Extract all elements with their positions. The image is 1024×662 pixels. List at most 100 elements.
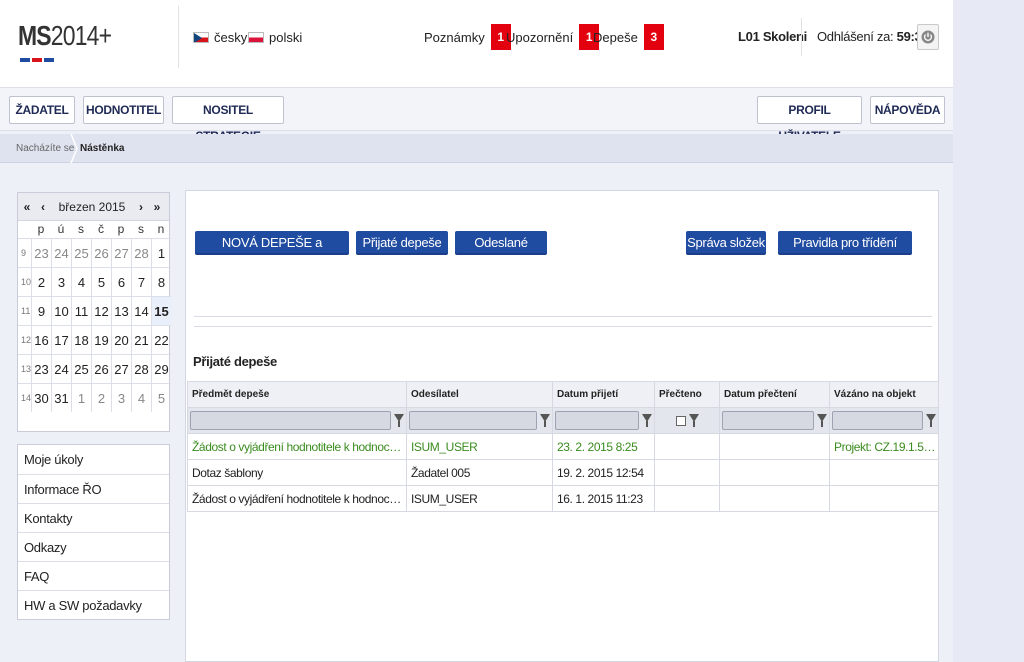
calendar-day[interactable]: 25 [71,238,91,267]
col-read-header[interactable]: Přečteno [654,381,720,408]
col-linked-object-header[interactable]: Vázáno na objekt [829,381,939,408]
messages-panel: NOVÁ DEPEŠE a Koncepty Přijaté depeše Od… [185,190,939,662]
calendar-day[interactable]: 1 [71,383,91,412]
filter-linked-object [829,407,939,434]
col-sender-header[interactable]: Odesílatel [406,381,553,408]
calendar-dow: s [138,222,144,236]
calendar-day[interactable]: 21 [131,325,151,354]
filter-subject-input[interactable] [190,411,391,430]
received-messages-button[interactable]: Přijaté depeše [356,231,448,255]
calendar-day[interactable]: 14 [131,296,151,325]
side-menu-item[interactable]: Informace ŘO [18,474,169,503]
next-month-button[interactable]: › [134,200,148,214]
col-read-date-header[interactable]: Datum přečtení [719,381,830,408]
table-row[interactable]: Žádost o vyjádření hodnotitele k hodnoce… [187,485,939,512]
calendar-day[interactable]: 5 [91,267,111,296]
calendar-day[interactable]: 4 [71,267,91,296]
manage-folders-button[interactable]: Správa složek [686,231,766,255]
table-row[interactable]: Žádost o vyjádření hodnotitele k hodnoce… [187,433,939,460]
filter-funnel-icon[interactable] [689,414,699,427]
prev-year-button[interactable]: « [18,200,36,214]
filter-funnel-icon[interactable] [540,414,550,427]
logout-button[interactable] [917,24,939,50]
calendar-day[interactable]: 25 [71,354,91,383]
cell-linked-object: Projekt: CZ.19.1.5.0.15_... [829,433,939,460]
prev-month-button[interactable]: ‹ [36,200,50,214]
side-menu-item[interactable]: HW a SW požadavky [18,590,169,619]
nav-help-button[interactable]: NÁPOVĚDA [870,96,945,124]
calendar-day[interactable]: 12 [91,296,111,325]
nav-strategy-button[interactable]: NOSITEL STRATEGIE [172,96,284,143]
filter-funnel-icon[interactable] [926,414,936,427]
table-row[interactable]: Dotaz šablony Žadatel 005 19. 2. 2015 12:5… [187,459,939,486]
side-menu-item[interactable]: FAQ [18,561,169,590]
calendar-day[interactable]: 20 [111,325,131,354]
calendar-day[interactable]: 3 [51,267,71,296]
calendar-day[interactable]: 2 [91,383,111,412]
calendar-day[interactable]: 27 [111,238,131,267]
calendar-day[interactable]: 28 [131,238,151,267]
calendar-day[interactable]: 23 [31,238,51,267]
lang-polish[interactable]: polski [248,30,302,45]
calendar-day[interactable]: 9 [31,296,51,325]
new-message-button[interactable]: NOVÁ DEPEŠE a Koncepty [195,231,349,274]
calendar-day[interactable]: 19 [91,325,111,354]
calendar-week-number: 10 [18,267,31,296]
filter-read-checkbox[interactable] [676,415,686,426]
calendar-day[interactable]: 18 [71,325,91,354]
nav-evaluator-button[interactable]: HODNOTITEL [83,96,164,124]
calendar-day[interactable]: 11 [71,296,91,325]
calendar-day[interactable]: 26 [91,354,111,383]
calendar-day[interactable]: 31 [51,383,71,412]
calendar-day[interactable]: 17 [51,325,71,354]
calendar-day[interactable]: 28 [131,354,151,383]
filter-received-date [552,407,655,434]
calendar-day[interactable]: 15 [151,296,171,325]
calendar-day[interactable]: 30 [31,383,51,412]
calendar-day[interactable]: 13 [111,296,131,325]
filter-sender-input[interactable] [409,411,537,430]
next-year-button[interactable]: » [148,200,166,214]
filter-funnel-icon[interactable] [394,414,404,427]
calendar-day[interactable]: 3 [111,383,131,412]
calendar-day[interactable]: 27 [111,354,131,383]
sent-messages-button[interactable]: Odeslané depeše [455,231,547,274]
filter-read-date-input[interactable] [722,411,814,430]
alerts-notification[interactable]: Upozornění 1 [506,24,600,50]
breadcrumb-current[interactable]: Nástěnka [80,134,124,163]
calendar-day[interactable]: 26 [91,238,111,267]
notes-notification[interactable]: Poznámky 1 [424,24,511,50]
side-menu-item[interactable]: Moje úkoly [18,445,169,474]
calendar-day[interactable]: 1 [151,238,171,267]
filter-linked-object-input[interactable] [832,411,923,430]
calendar-day[interactable]: 24 [51,238,71,267]
filter-funnel-icon[interactable] [817,414,827,427]
filter-funnel-icon[interactable] [642,414,652,427]
calendar-dow: s [78,222,84,236]
calendar-day[interactable]: 2 [31,267,51,296]
nav-profile-button[interactable]: PROFIL UŽIVATELE [757,96,862,143]
nav-applicant-button[interactable]: ŽADATEL [9,96,75,124]
lang-czech[interactable]: česky [193,30,247,45]
cell-received-date: 16. 1. 2015 11:23 [552,485,655,512]
sorting-rules-button[interactable]: Pravidla pro třídění depeší [778,231,912,274]
calendar-day[interactable]: 7 [131,267,151,296]
calendar-day[interactable]: 6 [111,267,131,296]
app-logo[interactable]: MS2014+ [18,20,112,52]
calendar-day[interactable]: 10 [51,296,71,325]
calendar-day[interactable]: 8 [151,267,171,296]
calendar-day[interactable]: 23 [31,354,51,383]
calendar-day[interactable]: 22 [151,325,171,354]
messages-notification[interactable]: Depeše 3 [593,24,664,50]
side-menu-item[interactable]: Odkazy [18,532,169,561]
filter-received-date-input[interactable] [555,411,639,430]
calendar-month-title[interactable]: březen 2015 [50,200,134,214]
calendar-day[interactable]: 5 [151,383,171,412]
calendar-day[interactable]: 4 [131,383,151,412]
col-received-date-header[interactable]: Datum přijetí [552,381,655,408]
calendar-day[interactable]: 24 [51,354,71,383]
calendar-day[interactable]: 16 [31,325,51,354]
calendar-day[interactable]: 29 [151,354,171,383]
col-subject-header[interactable]: Předmět depeše [187,381,407,408]
side-menu-item[interactable]: Kontakty [18,503,169,532]
